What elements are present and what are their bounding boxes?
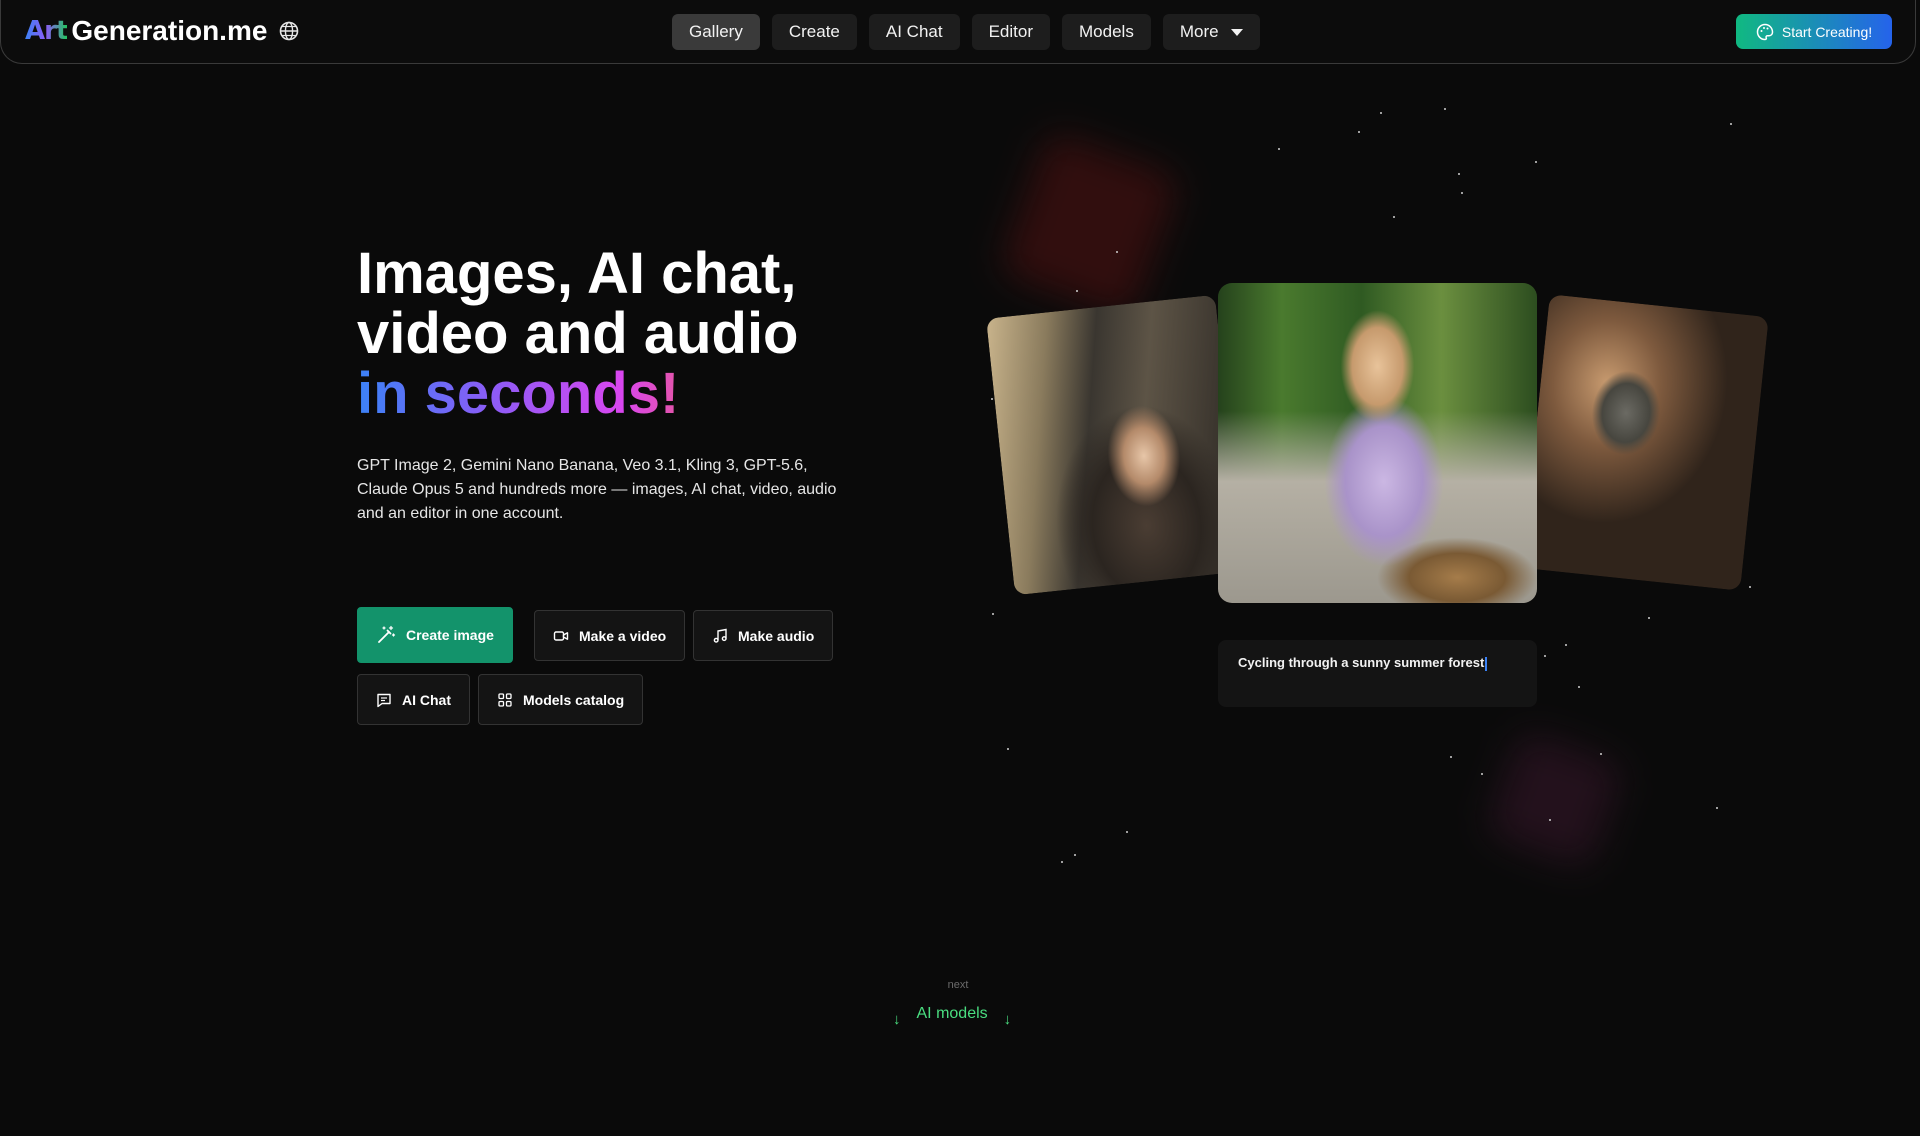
star: [1544, 655, 1546, 657]
gallery-image-cyclist-forest[interactable]: [1218, 283, 1537, 603]
nav-gallery[interactable]: Gallery: [672, 14, 760, 50]
decorative-glow: [998, 130, 1182, 320]
star: [1461, 192, 1463, 194]
video-camera-icon: [553, 630, 569, 641]
decorative-glow: [1484, 729, 1626, 871]
star: [1648, 617, 1650, 619]
hero-subtext: GPT Image 2, Gemini Nano Banana, Veo 3.1…: [357, 457, 837, 522]
star: [1450, 756, 1452, 758]
make-video-label: Make a video: [579, 627, 667, 644]
star: [1716, 807, 1718, 809]
star: [1076, 290, 1078, 292]
gallery-prompt-caption: Cycling through a sunny summer forest: [1218, 640, 1537, 707]
logo-art-mark: Art: [25, 16, 68, 46]
nav-create[interactable]: Create: [771, 14, 857, 50]
make-audio-label: Make audio: [738, 627, 815, 644]
nav-more-label: More: [1179, 22, 1219, 41]
arrow-down-icon: ↓: [893, 1010, 901, 1028]
gallery-image-clay-figure[interactable]: [1521, 294, 1769, 591]
star: [1393, 216, 1395, 218]
nav-editor-label: Editor: [988, 22, 1034, 41]
next-label: next: [947, 979, 969, 991]
magic-wand-icon: [378, 625, 396, 643]
grid-icon: [498, 692, 512, 707]
create-image-button[interactable]: Create image: [357, 607, 513, 663]
ai-chat-label: AI Chat: [402, 691, 451, 708]
next-link-label: AI models: [916, 1005, 988, 1022]
headline-line-2: video and audio: [357, 301, 799, 366]
gallery-image-bus-passenger[interactable]: [986, 294, 1244, 596]
star: [1278, 148, 1280, 150]
nav-more-dropdown[interactable]: More: [1162, 14, 1260, 50]
make-audio-button[interactable]: Make audio: [693, 610, 834, 661]
start-creating-button[interactable]: Start Creating!: [1736, 14, 1892, 49]
star: [1481, 773, 1483, 775]
hero-headline: Images, AI chat, video and audio in seco…: [357, 244, 799, 424]
star: [1458, 173, 1460, 175]
star: [1749, 586, 1751, 588]
star: [1730, 123, 1732, 125]
globe-icon[interactable]: [279, 21, 299, 41]
star: [991, 398, 993, 400]
nav-ai-chat-label: AI Chat: [885, 22, 943, 41]
star: [1549, 819, 1551, 821]
typing-cursor: [1485, 656, 1488, 671]
star: [1600, 753, 1602, 755]
gallery-caption-text: Cycling through a sunny summer forest: [1238, 655, 1485, 670]
star: [1565, 644, 1567, 646]
star: [1444, 108, 1446, 110]
next-section-link[interactable]: ↓ AI models ↓: [893, 1005, 1011, 1028]
palette-icon: [1756, 23, 1774, 40]
top-navbar: Art Generation.me Gallery Create AI Chat…: [0, 0, 1916, 64]
chevron-down-icon: [1230, 28, 1243, 36]
models-catalog-button[interactable]: Models catalog: [478, 674, 644, 725]
nav-ai-chat[interactable]: AI Chat: [868, 14, 960, 50]
star: [1116, 251, 1118, 253]
star: [1535, 161, 1537, 163]
star: [1061, 861, 1063, 863]
chat-bubble-icon: [377, 693, 391, 707]
arrow-down-icon: ↓: [1003, 1010, 1012, 1028]
ai-chat-button[interactable]: AI Chat: [357, 674, 470, 725]
headline-line-1: Images, AI chat,: [357, 241, 797, 306]
create-image-label: Create image: [406, 627, 494, 643]
headline-line-3: in seconds!: [357, 364, 799, 424]
star: [992, 613, 994, 615]
start-creating-label: Start Creating!: [1781, 23, 1873, 40]
star: [1126, 831, 1128, 833]
make-video-button[interactable]: Make a video: [534, 610, 686, 661]
nav-editor[interactable]: Editor: [971, 14, 1051, 50]
star: [1358, 131, 1360, 133]
star: [1578, 686, 1580, 688]
star: [1007, 748, 1009, 750]
nav-models[interactable]: Models: [1062, 14, 1151, 50]
nav-create-label: Create: [788, 22, 840, 41]
star: [1074, 854, 1076, 856]
site-logo[interactable]: Art Generation.me: [25, 16, 299, 46]
star: [1380, 112, 1382, 114]
nav-gallery-label: Gallery: [689, 22, 743, 41]
logo-wordmark: Generation.me: [71, 15, 268, 46]
models-catalog-label: Models catalog: [523, 691, 625, 708]
nav-models-label: Models: [1079, 22, 1134, 41]
main-nav: Gallery Create AI Chat Editor Models Mor…: [672, 14, 1260, 50]
music-note-icon: [713, 628, 727, 643]
